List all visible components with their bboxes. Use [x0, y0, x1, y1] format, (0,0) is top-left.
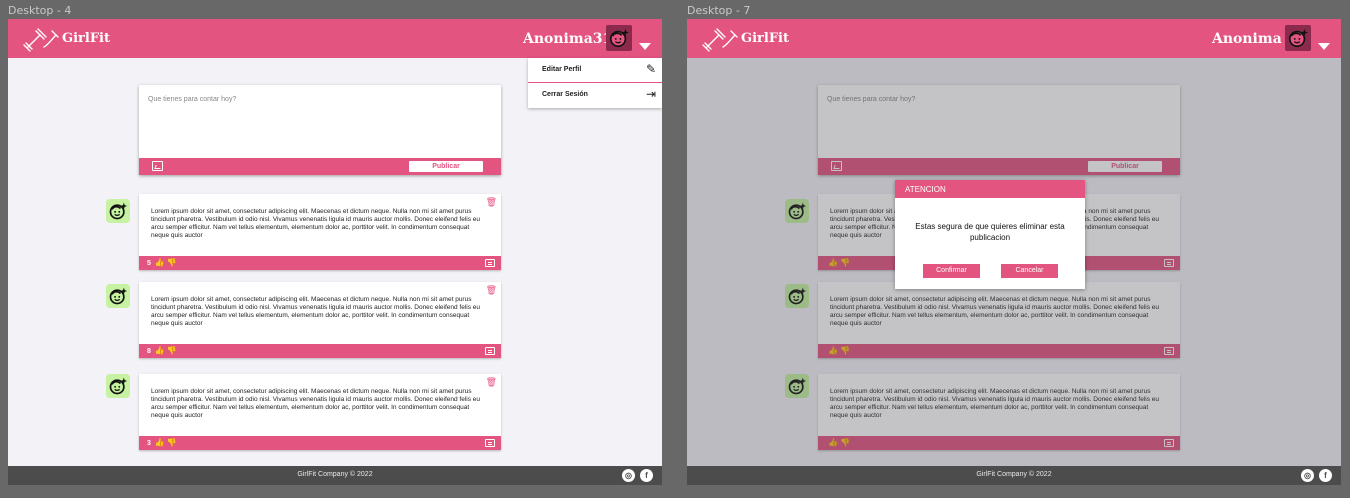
avatar-face-icon	[609, 28, 630, 48]
brand-name[interactable]: GirlFit	[62, 31, 110, 46]
thumbs-down-icon[interactable]: 👎	[167, 438, 177, 447]
footer-copyright: GirlFit Company © 2022	[976, 471, 1052, 478]
thumbs-up-icon[interactable]: 👍	[155, 346, 165, 355]
comment-icon[interactable]	[485, 439, 495, 447]
desktop-4-frame: GirlFit Anonima31 Editar Perfil ✎ Cerrar…	[8, 19, 662, 485]
username[interactable]: Anonima	[1212, 31, 1282, 47]
chevron-down-icon[interactable]	[639, 43, 651, 50]
post-card: 🗑 Lorem ipsum dolor sit amet, consectetu…	[139, 374, 501, 450]
frame-label: Desktop - 4	[8, 4, 72, 17]
frame-label: Desktop - 7	[687, 4, 751, 17]
comment-icon[interactable]	[485, 347, 495, 355]
like-count-value: 5	[147, 260, 151, 267]
dialog-title: ATENCION	[895, 180, 1085, 198]
instagram-icon[interactable]: ◎	[622, 469, 635, 482]
avatar-face-icon	[1288, 28, 1309, 48]
thumbs-up-icon[interactable]: 👍	[155, 438, 165, 447]
menu-item-logout[interactable]: Cerrar Sesión ⇥	[528, 84, 662, 107]
like-count-value: 3	[147, 440, 151, 447]
profile-dropdown-menu: Editar Perfil ✎ Cerrar Sesión ⇥	[528, 58, 662, 108]
pencil-icon: ✎	[645, 62, 656, 76]
composer-toolbar: Publicar	[139, 158, 501, 175]
post-text: Lorem ipsum dolor sit amet, consectetur …	[151, 296, 481, 327]
confirm-delete-dialog: ATENCION Estas segura de que quieres eli…	[895, 180, 1085, 289]
post-card: 🗑 Lorem ipsum dolor sit amet, consectetu…	[139, 282, 501, 358]
trash-icon[interactable]: 🗑	[486, 377, 497, 388]
post-actions-bar: 5 👍 👎	[139, 256, 501, 270]
thumbs-down-icon[interactable]: 👎	[167, 258, 177, 267]
brand-name[interactable]: GirlFit	[741, 31, 789, 46]
post-actions-bar: 3 👍 👎	[139, 436, 501, 450]
cancel-button[interactable]: Cancelar	[1001, 264, 1058, 278]
image-icon[interactable]	[152, 161, 163, 171]
like-count-value: 8	[147, 348, 151, 355]
facebook-icon[interactable]: f	[1319, 469, 1332, 482]
footer-copyright: GirlFit Company © 2022	[297, 471, 373, 478]
avatar-face-icon[interactable]	[106, 374, 130, 398]
dumbbell-logo-icon	[702, 28, 738, 52]
post-text: Lorem ipsum dolor sit amet, consectetur …	[151, 388, 481, 419]
post-text: Lorem ipsum dolor sit amet, consectetur …	[151, 208, 481, 239]
footer: GirlFit Company © 2022 ◎ f	[8, 466, 662, 485]
post-composer[interactable]: Que tienes para contar hoy? Publicar	[139, 85, 501, 175]
header: GirlFit Anonima	[687, 19, 1341, 58]
trash-icon[interactable]: 🗑	[486, 197, 497, 208]
comment-icon[interactable]	[485, 259, 495, 267]
like-count: 5 👍 👎	[147, 258, 177, 267]
trash-icon[interactable]: 🗑	[486, 285, 497, 296]
confirm-button[interactable]: Confirmar	[923, 264, 980, 278]
header: GirlFit Anonima31	[8, 19, 662, 58]
logout-icon: ⇥	[645, 87, 656, 101]
thumbs-up-icon[interactable]: 👍	[155, 258, 165, 267]
menu-item-label: Cerrar Sesión	[542, 91, 588, 98]
like-count: 3 👍 👎	[147, 438, 177, 447]
menu-divider	[528, 82, 662, 83]
dumbbell-logo-icon	[23, 28, 59, 52]
dialog-message: Estas segura de que quieres eliminar est…	[915, 222, 1065, 242]
post-card: 🗑 Lorem ipsum dolor sit amet, consectetu…	[139, 194, 501, 270]
composer-placeholder[interactable]: Que tienes para contar hoy?	[148, 96, 236, 103]
avatar[interactable]	[1285, 25, 1311, 51]
avatar-face-icon[interactable]	[106, 284, 130, 308]
like-count: 8 👍 👎	[147, 346, 177, 355]
publish-button[interactable]: Publicar	[409, 161, 483, 172]
avatar-face-icon[interactable]	[106, 199, 130, 223]
avatar[interactable]	[606, 25, 632, 51]
thumbs-down-icon[interactable]: 👎	[167, 346, 177, 355]
username[interactable]: Anonima31	[523, 31, 612, 47]
menu-item-label: Editar Perfil	[542, 66, 582, 73]
desktop-7-frame: GirlFit Anonima Que tienes para contar h…	[687, 19, 1341, 485]
facebook-icon[interactable]: f	[640, 469, 653, 482]
menu-item-edit-profile[interactable]: Editar Perfil ✎	[528, 59, 662, 82]
footer: GirlFit Company © 2022 ◎ f	[687, 466, 1341, 485]
instagram-icon[interactable]: ◎	[1301, 469, 1314, 482]
post-actions-bar: 8 👍 👎	[139, 344, 501, 358]
chevron-down-icon[interactable]	[1318, 43, 1330, 50]
